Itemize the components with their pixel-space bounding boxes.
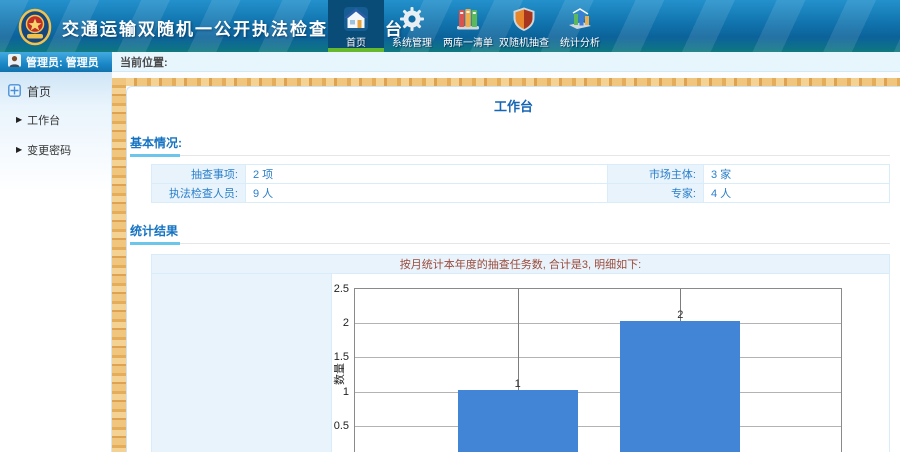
wood-frame-top (112, 78, 900, 86)
chart-bar[interactable] (620, 321, 740, 452)
sidebar-home-label: 首页 (27, 83, 51, 100)
shield-icon (511, 5, 537, 33)
nav-item-double-random-inspection[interactable]: 双随机抽查 (496, 0, 552, 52)
table-row: 执法检查人员: 9 人 专家: 4 人 (152, 184, 890, 203)
table-row: 抽查事项: 2 项 市场主体: 3 家 (152, 165, 890, 184)
nav-item-system-management[interactable]: 系统管理 (384, 0, 440, 52)
user-avatar-icon (8, 54, 21, 70)
main-frame: 工作台 基本情况: 抽查事项: 2 项 市场主体: 3 家 执法检查人员: 9 … (112, 72, 900, 452)
nav-item-label: 两库一清单 (443, 34, 493, 49)
stat-value: 2 项 (246, 165, 608, 184)
stat-label: 专家: (608, 184, 704, 203)
chart-gridline (355, 323, 841, 324)
stat-value: 9 人 (246, 184, 608, 203)
stat-label: 市场主体: (608, 165, 704, 184)
sidebar-item-home[interactable]: 首页 (0, 78, 111, 105)
home-icon (343, 5, 369, 33)
stat-label: 抽查事项: (152, 165, 246, 184)
chart-gridline (355, 426, 841, 427)
nav-item-label: 首页 (346, 34, 366, 49)
chart-plot-area: 00.511.522.512 (354, 288, 842, 452)
app-window: 交通运输双随机一公开执法检查管理平台 首页 (0, 0, 900, 452)
stats-result-heading: 统计结果 (130, 222, 890, 244)
wood-frame-left (112, 78, 126, 452)
nav-item-label: 统计分析 (560, 34, 600, 49)
basic-info-table: 抽查事项: 2 项 市场主体: 3 家 执法检查人员: 9 人 专家: 4 人 (151, 164, 890, 203)
content-area: 首页 ▶ 工作台 ▶ 变更密码 工作台 基本情况: 抽查事项: (0, 72, 900, 452)
sidebar-item-workbench[interactable]: ▶ 工作台 (0, 105, 111, 135)
nav-item-statistics-analysis[interactable]: 统计分析 (552, 0, 608, 52)
breadcrumb: 当前位置: (112, 52, 900, 72)
stats-summary-text: 按月统计本年度的抽查任务数, 合计是3, 明细如下: (152, 255, 889, 274)
sidebar-item-label: 变更密码 (27, 142, 71, 158)
app-header: 交通运输双随机一公开执法检查管理平台 首页 (0, 0, 900, 52)
arrow-right-icon: ▶ (16, 116, 22, 124)
chart-gridline (355, 392, 841, 393)
sidebar-item-label: 工作台 (27, 112, 60, 128)
workbench-panel: 工作台 基本情况: 抽查事项: 2 项 市场主体: 3 家 执法检查人员: 9 … (126, 86, 900, 452)
user-info: 管理员: 管理员 (0, 52, 112, 72)
stat-value: 3 家 (704, 165, 890, 184)
agency-emblem-logo (14, 5, 56, 47)
y-axis-tick-label: 2 (332, 317, 349, 329)
stat-value: 4 人 (704, 184, 890, 203)
chart-bar-value-label: 2 (660, 309, 700, 321)
sidebar-item-change-password[interactable]: ▶ 变更密码 (0, 135, 111, 165)
sub-bar: 管理员: 管理员 当前位置: (0, 52, 900, 72)
stat-label: 执法检查人员: (152, 184, 246, 203)
stats-chart-icon (567, 5, 593, 33)
arrow-right-icon: ▶ (16, 146, 22, 154)
y-axis-tick-label: 1.5 (332, 351, 349, 363)
stats-body: 数量 00.511.522.512 2018年03月2018年04月月份 (152, 274, 889, 452)
chart-bar[interactable] (458, 390, 578, 452)
stats-table: 按月统计本年度的抽查任务数, 合计是3, 明细如下: 数量 00.511.522… (151, 254, 890, 452)
stats-empty-cell (152, 274, 332, 452)
y-axis-title: 数量 (332, 363, 347, 385)
gear-icon (399, 5, 425, 33)
sidebar: 首页 ▶ 工作台 ▶ 变更密码 (0, 72, 112, 452)
folders-icon (455, 5, 481, 33)
chart-bar-value-label: 1 (498, 378, 538, 390)
bar-chart: 数量 00.511.522.512 2018年03月2018年04月月份 (332, 274, 889, 452)
nav-item-label: 系统管理 (392, 34, 432, 49)
user-label: 管理员: 管理员 (26, 54, 99, 70)
y-axis-tick-label: 1 (332, 386, 349, 398)
chart-gridline (355, 357, 841, 358)
nav-item-two-libraries-one-list[interactable]: 两库一清单 (440, 0, 496, 52)
nav-item-home[interactable]: 首页 (328, 0, 384, 52)
y-axis-tick-label: 2.5 (332, 283, 349, 295)
grid-menu-icon (8, 84, 21, 100)
main-nav: 首页 系统管理 (328, 0, 608, 52)
y-axis-tick-label: 0.5 (332, 420, 349, 432)
page-title: 工作台 (127, 96, 900, 115)
nav-item-label: 双随机抽查 (499, 34, 549, 49)
basic-info-heading: 基本情况: (130, 134, 890, 156)
